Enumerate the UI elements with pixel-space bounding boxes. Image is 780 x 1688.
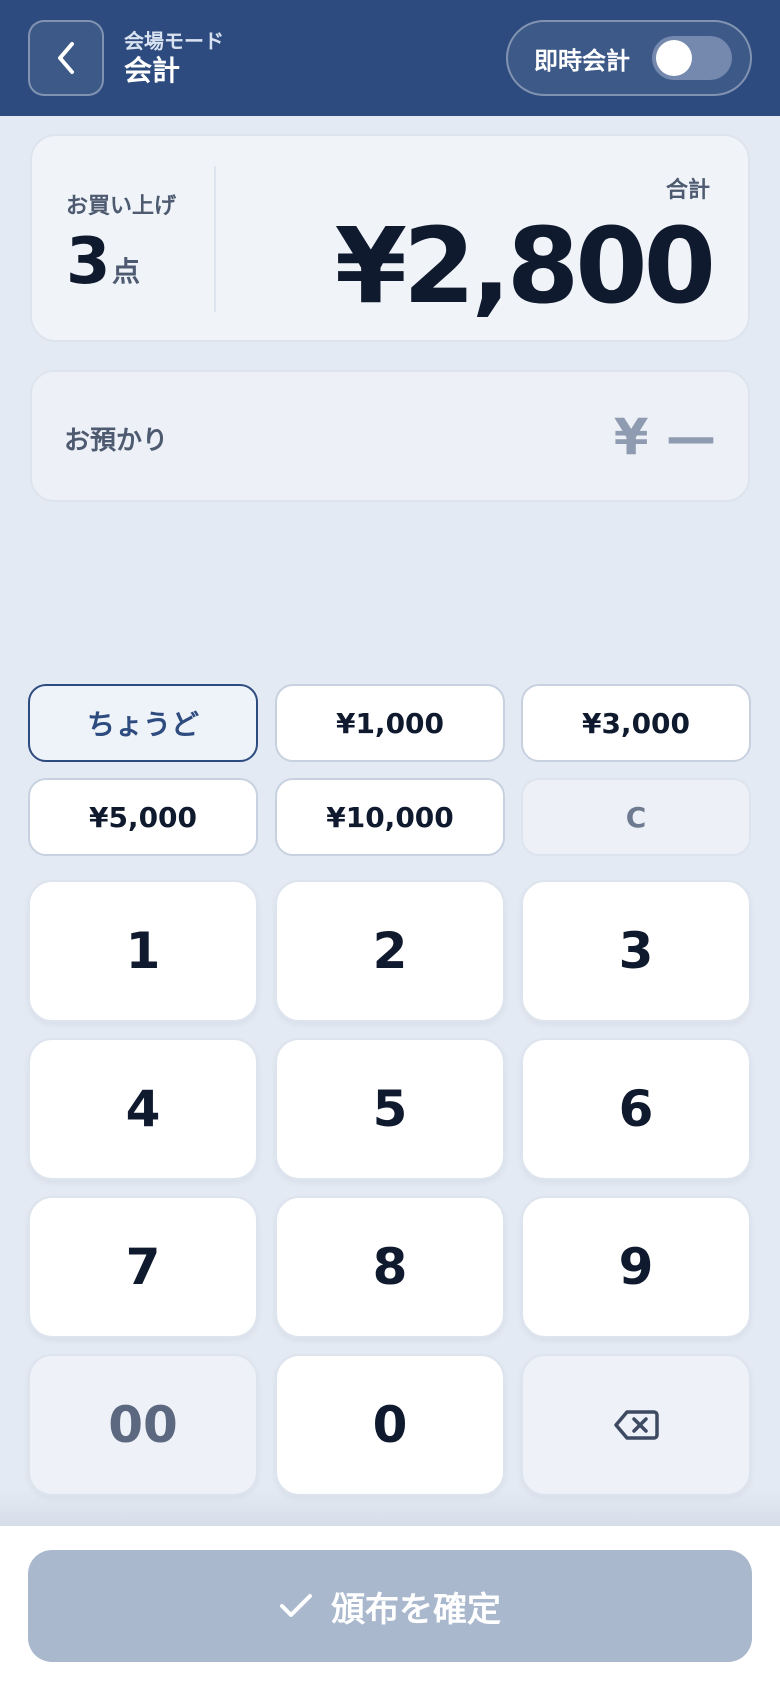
backspace-icon <box>614 1410 659 1440</box>
exact-amount-button[interactable]: ちょうど <box>28 684 258 762</box>
instant-checkout-switch[interactable] <box>652 36 732 80</box>
instant-checkout-label: 即時会計 <box>534 46 630 75</box>
check-icon <box>280 1594 312 1617</box>
quick-5000-button[interactable]: ¥5,000 <box>28 778 258 856</box>
total-label: 合計 <box>665 178 710 203</box>
switch-knob <box>656 40 692 76</box>
app-header: 会場モード 会計 即時会計 <box>0 0 780 116</box>
key-1[interactable]: 1 <box>28 880 258 1022</box>
deposit-amount: ¥ — <box>613 408 716 466</box>
chevron-left-icon <box>58 42 74 74</box>
footer-bar: 頒布を確定 <box>0 1526 780 1688</box>
total-summary-card: お買い上げ 3 点 合計 ¥2,800 <box>30 134 750 342</box>
key-8[interactable]: 8 <box>275 1196 505 1338</box>
deposit-label: お預かり <box>64 426 169 456</box>
key-5[interactable]: 5 <box>275 1038 505 1180</box>
item-count-label: お買い上げ <box>66 194 177 219</box>
key-00[interactable]: 00 <box>28 1354 258 1496</box>
header-titles: 会場モード 会計 <box>124 28 224 88</box>
key-4[interactable]: 4 <box>28 1038 258 1180</box>
clear-button[interactable]: C <box>521 778 751 856</box>
header-subtitle: 会場モード <box>124 29 224 53</box>
key-7[interactable]: 7 <box>28 1196 258 1338</box>
confirm-distribution-button[interactable]: 頒布を確定 <box>28 1550 752 1662</box>
key-9[interactable]: 9 <box>521 1196 751 1338</box>
backspace-button[interactable] <box>521 1354 751 1496</box>
footer-shadow <box>0 1490 780 1526</box>
deposit-card: お預かり ¥ — <box>30 370 750 502</box>
key-2[interactable]: 2 <box>275 880 505 1022</box>
item-count-value: 3 <box>66 225 111 299</box>
summary-divider <box>214 166 216 312</box>
quick-3000-button[interactable]: ¥3,000 <box>521 684 751 762</box>
instant-checkout-toggle[interactable]: 即時会計 <box>506 20 752 96</box>
item-count-unit: 点 <box>112 255 141 288</box>
quick-10000-button[interactable]: ¥10,000 <box>275 778 505 856</box>
quick-1000-button[interactable]: ¥1,000 <box>275 684 505 762</box>
key-6[interactable]: 6 <box>521 1038 751 1180</box>
confirm-label: 頒布を確定 <box>331 1589 501 1630</box>
key-3[interactable]: 3 <box>521 880 751 1022</box>
page-title: 会計 <box>124 54 181 87</box>
key-0[interactable]: 0 <box>275 1354 505 1496</box>
back-button[interactable] <box>28 20 104 96</box>
total-amount: ¥2,800 <box>334 205 716 327</box>
